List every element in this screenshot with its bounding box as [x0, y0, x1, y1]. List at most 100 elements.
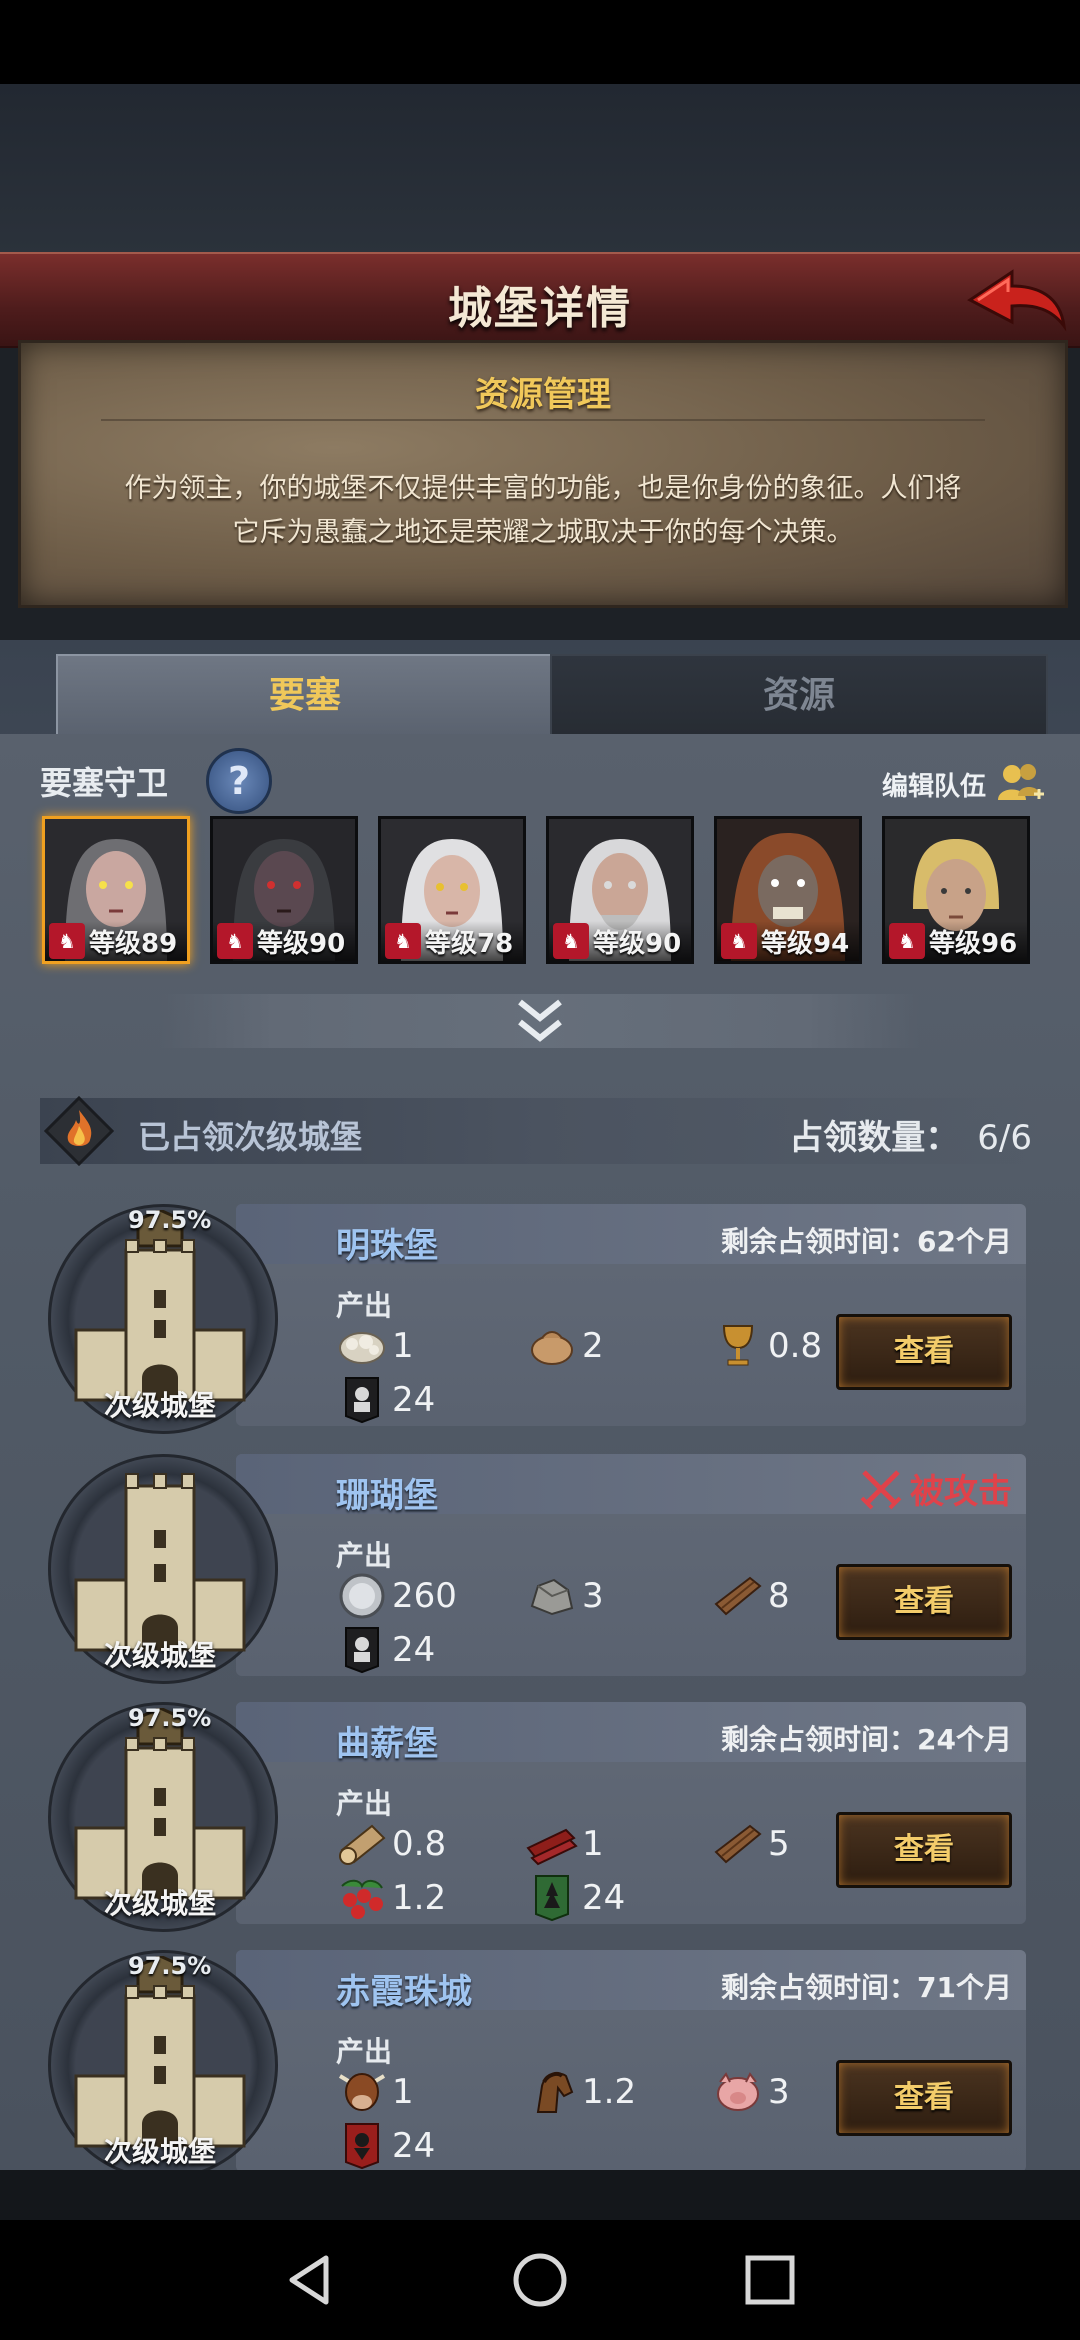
- output-label: 产出: [336, 1539, 393, 1572]
- view-button[interactable]: 查看: [836, 1314, 1012, 1390]
- guard-level-text: 等级78: [425, 928, 514, 959]
- resource-item: 5: [712, 1818, 790, 1870]
- resource-item: 24: [336, 1374, 435, 1426]
- wool-icon: [336, 1320, 388, 1372]
- resource-value: 1: [392, 2072, 414, 2112]
- guard-card[interactable]: ♞ 等级78: [378, 816, 526, 964]
- red-banner-icon: [336, 2120, 388, 2172]
- top-background: [0, 84, 1080, 254]
- resource-item: 1: [526, 1818, 604, 1870]
- guards-list: ♞ 等级89 ♞ 等级90 ♞ 等级78 ♞ 等级90 ♞ 等级94 ♞ 等级9…: [42, 816, 1042, 964]
- guard-level-text: 等级90: [593, 928, 682, 959]
- crossed-swords-icon: [860, 1469, 902, 1509]
- info-description: 作为领主，你的城堡不仅提供丰富的功能，也是你身份的象征。人们将 它斥为愚蠢之地还…: [81, 467, 1005, 555]
- castle-row: 珊瑚堡 被攻击 产出 260 3 8 24 查看 次级城堡: [40, 1446, 1040, 1686]
- nav-home-icon[interactable]: [510, 2250, 570, 2310]
- remaining-time-label: 剩余占领时间：: [721, 1225, 918, 1258]
- castle-card: 明珠堡 剩余占领时间：62个月 产出 1 2 0.8 24 查看: [236, 1204, 1026, 1426]
- info-description-line2: 它斥为愚蠢之地还是荣耀之城取决于你的每个决策。: [232, 517, 854, 548]
- occupied-title: 已占领次级城堡: [138, 1118, 363, 1156]
- resource-value: 24: [392, 2126, 436, 2166]
- resource-value: 8: [768, 1576, 790, 1616]
- horse-badge-icon: ♞: [889, 923, 925, 959]
- system-nav-bar: [0, 2220, 1080, 2340]
- resource-value: 2: [582, 1326, 604, 1366]
- soldier-banner-icon: [336, 1374, 388, 1426]
- guard-card[interactable]: ♞ 等级90: [546, 816, 694, 964]
- guard-level-text: 等级90: [257, 928, 346, 959]
- resource-item: 3: [526, 1570, 604, 1622]
- remaining-time-value: 71个月: [917, 1971, 1012, 2004]
- guard-level: ♞ 等级90: [213, 921, 355, 961]
- help-button[interactable]: ?: [206, 748, 272, 814]
- resource-value: 3: [768, 2072, 790, 2112]
- horse-badge-icon: ♞: [385, 923, 421, 959]
- view-button[interactable]: 查看: [836, 1564, 1012, 1640]
- resource-item: 0.8: [336, 1818, 446, 1870]
- castle-icon: [74, 1956, 246, 2148]
- output-label: 产出: [336, 1289, 393, 1322]
- emblem-label: 次级城堡: [103, 1639, 216, 1672]
- status-bar: [0, 0, 1080, 84]
- guard-card[interactable]: ♞ 等级94: [714, 816, 862, 964]
- emblem-percent: 97.5%: [128, 1952, 212, 1980]
- resource-value: 1.2: [392, 1878, 447, 1918]
- log-icon: [336, 1818, 388, 1870]
- guards-label: 要塞守卫: [40, 764, 169, 802]
- horse-icon: [526, 2066, 578, 2118]
- remaining-time: 剩余占领时间：71个月: [721, 1966, 1012, 2006]
- guard-card[interactable]: ♞ 等级90: [210, 816, 358, 964]
- castle-name: 赤霞珠城: [336, 1972, 472, 2012]
- chevron-double-down-icon[interactable]: [510, 994, 570, 1050]
- resource-value: 0.8: [392, 1824, 447, 1864]
- resource-value: 1: [392, 1326, 414, 1366]
- soldier-banner-icon: [336, 1624, 388, 1676]
- castle-card: 珊瑚堡 被攻击 产出 260 3 8 24 查看: [236, 1454, 1026, 1676]
- edit-team-label: 编辑队伍: [881, 771, 986, 802]
- page-title: 城堡详情: [448, 283, 632, 334]
- emblem-label: 次级城堡: [103, 1389, 216, 1422]
- red-wood-icon: [526, 1818, 578, 1870]
- castle-emblem[interactable]: 97.5% 次级城堡: [40, 1196, 280, 1436]
- resource-value: 5: [768, 1824, 790, 1864]
- castle-card: 曲薪堡 剩余占领时间：24个月 产出 0.8 1 5 1.2 24 查看: [236, 1702, 1026, 1924]
- guard-card[interactable]: ♞ 等级96: [882, 816, 1030, 964]
- resource-item: 3: [712, 2066, 790, 2118]
- info-title: 资源管理: [475, 375, 611, 415]
- resource-value: 24: [582, 1878, 626, 1918]
- resource-item: 8: [712, 1570, 790, 1622]
- remaining-time-label: 剩余占领时间：: [721, 1723, 918, 1756]
- edit-team-button[interactable]: 编辑队伍: [882, 758, 1046, 810]
- back-arrow-icon[interactable]: [960, 264, 1070, 340]
- castle-name: 珊瑚堡: [336, 1476, 438, 1516]
- tab-resources[interactable]: 资源: [550, 654, 1048, 738]
- resource-item: 1.2: [526, 2066, 636, 2118]
- resource-item: 24: [336, 1624, 435, 1676]
- flour-sack-icon: [526, 1320, 578, 1372]
- guard-level: ♞ 等级96: [885, 921, 1027, 961]
- castle-name: 明珠堡: [336, 1226, 438, 1266]
- castle-emblem[interactable]: 97.5% 次级城堡: [40, 1694, 280, 1934]
- tab-fortress[interactable]: 要塞: [56, 654, 554, 736]
- castle-icon: [74, 1210, 246, 1402]
- attacked-status: 被攻击: [860, 1464, 1012, 1513]
- info-divider: [101, 419, 985, 421]
- guard-level: ♞ 等级78: [381, 921, 523, 961]
- emblem-percent: 97.5%: [128, 1206, 212, 1234]
- resource-value: 3: [582, 1576, 604, 1616]
- occupied-count-label: 占领数量：: [789, 1118, 960, 1158]
- nav-recents-icon[interactable]: [740, 2250, 800, 2310]
- nav-back-icon[interactable]: [280, 2250, 340, 2310]
- view-button[interactable]: 查看: [836, 1812, 1012, 1888]
- castle-emblem[interactable]: 97.5% 次级城堡: [40, 1942, 280, 2182]
- emblem-percent: 97.5%: [128, 1704, 212, 1732]
- title-bar: 城堡详情: [0, 252, 1080, 348]
- guard-card[interactable]: ♞ 等级89: [42, 816, 190, 964]
- guard-level: ♞ 等级90: [549, 921, 691, 961]
- view-button[interactable]: 查看: [836, 2060, 1012, 2136]
- output-label: 产出: [336, 2035, 393, 2068]
- castle-emblem[interactable]: 次级城堡: [40, 1446, 280, 1686]
- horse-badge-icon: ♞: [49, 923, 85, 959]
- resource-value: 1.2: [582, 2072, 637, 2112]
- castle-icon: [74, 1473, 246, 1652]
